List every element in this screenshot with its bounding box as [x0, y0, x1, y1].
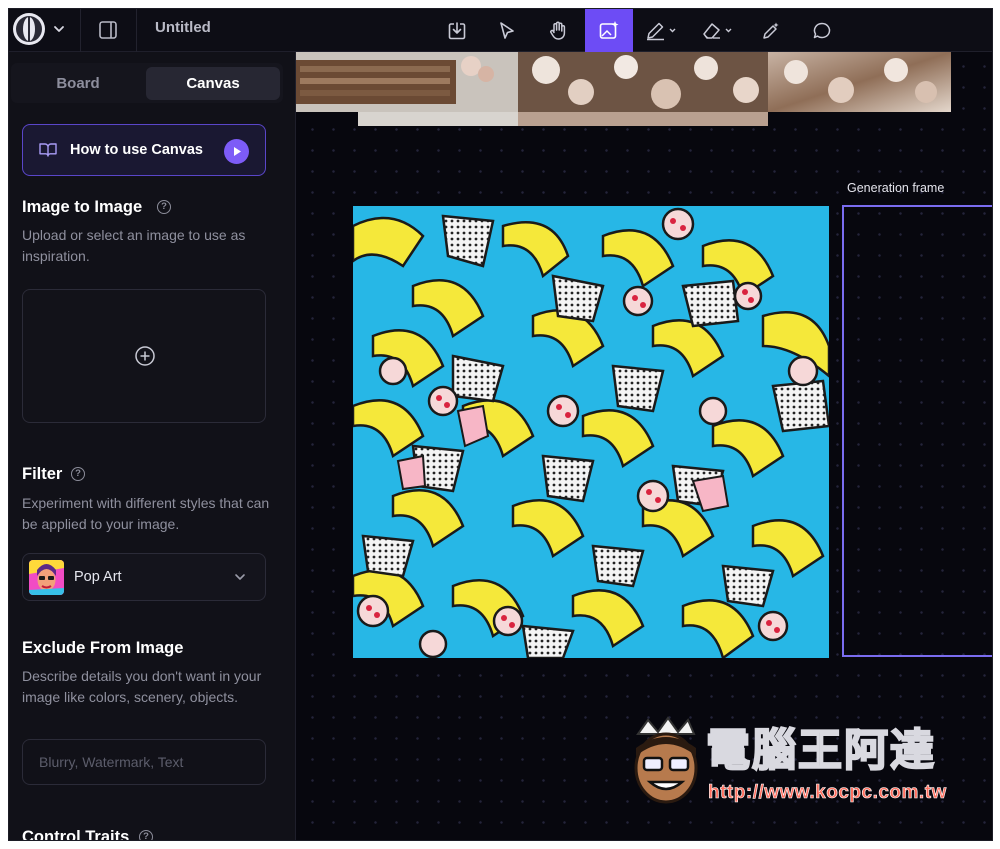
tab-board[interactable]: Board: [11, 67, 145, 100]
generate-tool-button[interactable]: [585, 9, 633, 52]
chevron-down-icon[interactable]: [51, 21, 67, 37]
view-mode-toggle: Board Canvas: [11, 63, 283, 103]
comment-tool-button[interactable]: [798, 9, 846, 52]
toggle-panel-icon[interactable]: [97, 19, 119, 41]
exclude-description: Describe details you don't want in your …: [22, 668, 262, 705]
watermark-url: http://www.kocpc.com.tw: [708, 782, 947, 804]
exclude-input[interactable]: [22, 739, 266, 785]
filter-selected-value: Pop Art: [74, 569, 122, 585]
pop-art-thumbnail: [29, 560, 64, 595]
erase-icon: [703, 22, 732, 39]
generate-icon: [599, 20, 619, 39]
select-tool-button[interactable]: [483, 9, 531, 52]
draw-icon: [647, 22, 676, 40]
pan-tool-button[interactable]: [534, 9, 582, 52]
chevron-down-icon: [235, 574, 245, 580]
settings-sidebar: Board Canvas How to use Canvas Image to …: [9, 52, 296, 841]
watermark-title: 電腦王阿達: [705, 725, 936, 776]
site-watermark: 電腦王阿達 http://www.kocpc.com.tw: [622, 712, 962, 812]
help-icon[interactable]: ?: [157, 200, 171, 214]
tab-canvas[interactable]: Canvas: [146, 67, 280, 100]
how-to-use-canvas-button[interactable]: How to use Canvas: [22, 124, 266, 176]
comment-icon: [813, 22, 831, 38]
control-traits-title: Control Traits: [22, 828, 130, 841]
import-tool-button[interactable]: [433, 9, 481, 52]
divider: [136, 9, 137, 52]
image-to-image-description: Upload or select an image to use as insp…: [22, 227, 246, 264]
generated-pop-art-image[interactable]: [353, 206, 829, 658]
canvas-image-strip[interactable]: [296, 52, 956, 126]
top-toolbar: Untitled: [9, 9, 992, 52]
add-icon: [135, 346, 155, 366]
exclude-title: Exclude From Image: [22, 639, 184, 657]
app-logo-icon[interactable]: [13, 13, 45, 45]
select-icon: [500, 21, 514, 39]
divider: [80, 9, 81, 52]
import-icon: [448, 21, 466, 39]
pan-icon: [550, 21, 566, 40]
filter-description: Experiment with different styles that ca…: [22, 495, 270, 532]
how-to-label: How to use Canvas: [70, 142, 203, 158]
mascot-logo: [634, 716, 698, 804]
image-upload-area[interactable]: [22, 289, 266, 423]
mask-tool-button[interactable]: [747, 9, 795, 52]
filter-select[interactable]: Pop Art: [22, 553, 266, 601]
draw-tool-button[interactable]: [637, 9, 685, 52]
help-icon[interactable]: ?: [139, 830, 153, 840]
play-icon: [224, 139, 249, 164]
book-icon: [39, 143, 57, 157]
image-to-image-title: Image to Image: [22, 198, 143, 216]
generation-frame-label: Generation frame: [847, 181, 945, 195]
help-icon[interactable]: ?: [71, 467, 85, 481]
generation-frame[interactable]: [842, 205, 992, 657]
erase-tool-button[interactable]: [693, 9, 741, 52]
document-title[interactable]: Untitled: [155, 19, 211, 36]
filter-title: Filter: [22, 465, 63, 483]
mask-icon: [763, 22, 779, 39]
